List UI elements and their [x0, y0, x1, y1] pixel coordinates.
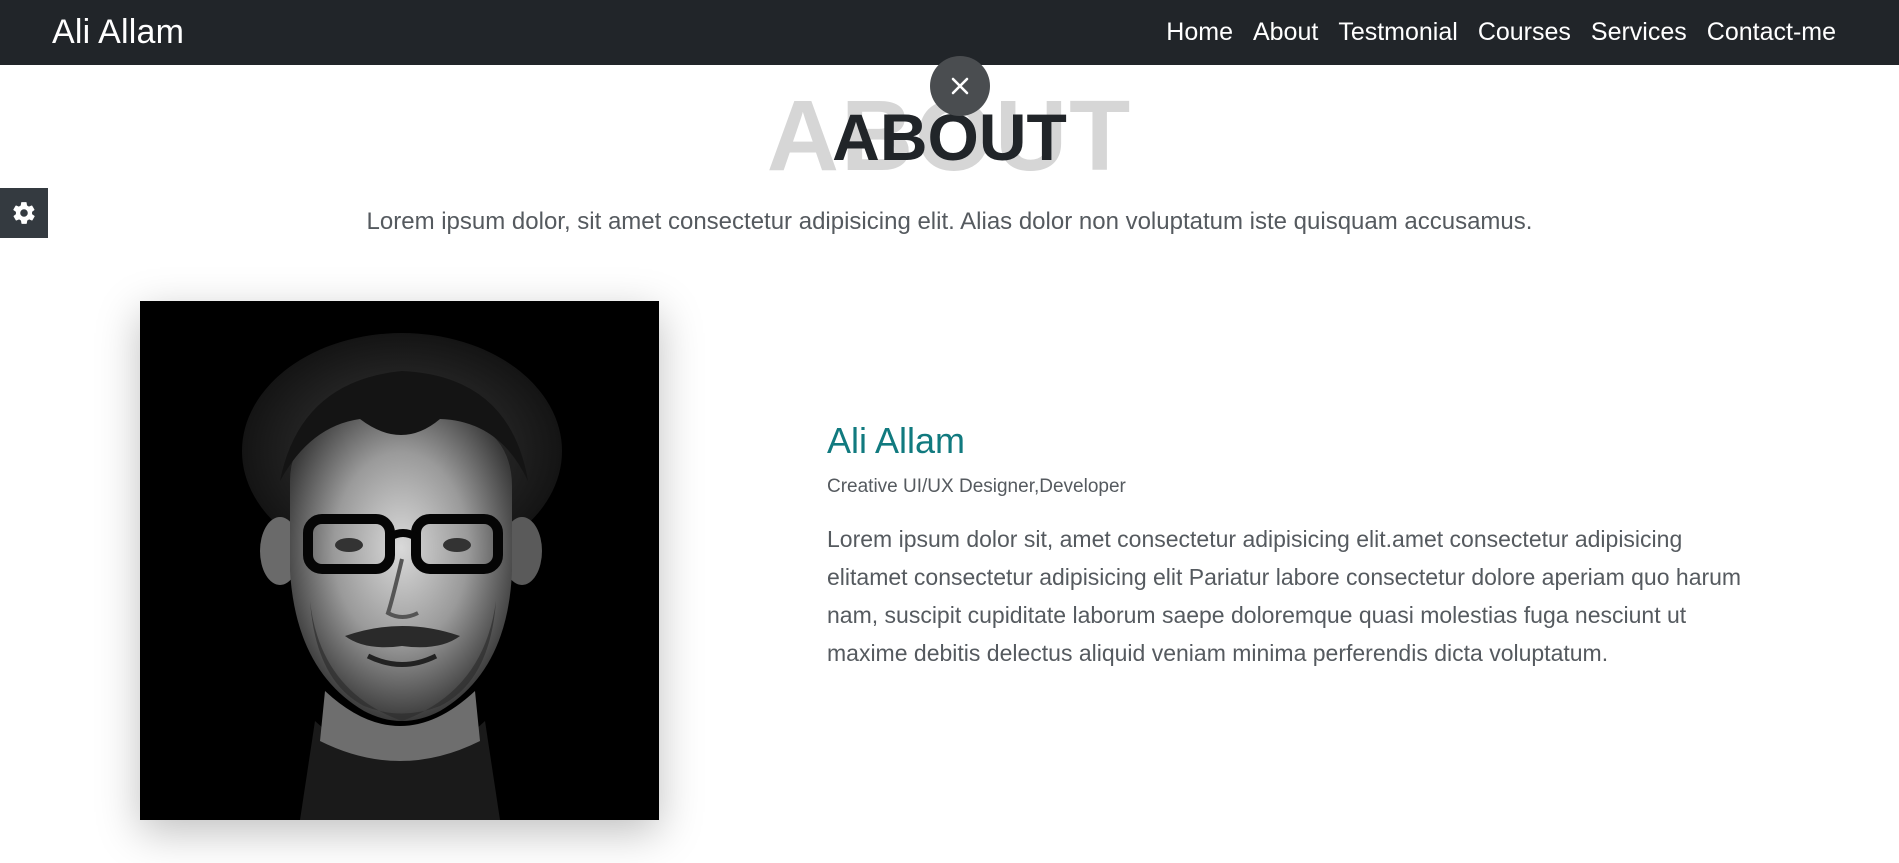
nav-link-testmonial[interactable]: Testmonial [1338, 18, 1458, 47]
close-button[interactable] [930, 56, 990, 116]
section-subtitle: Lorem ipsum dolor, sit amet consectetur … [366, 208, 1533, 235]
nav-link-home[interactable]: Home [1166, 18, 1233, 47]
nav-link-about[interactable]: About [1253, 18, 1318, 47]
profile-name: Ali Allam [827, 420, 966, 461]
close-icon [951, 77, 969, 95]
portrait-image [140, 301, 659, 820]
nav-link-services[interactable]: Services [1591, 18, 1687, 47]
nav-link-courses[interactable]: Courses [1478, 18, 1571, 47]
brand-logo-link[interactable]: Ali Allam [52, 13, 184, 52]
profile-role: Creative UI/UX Designer,Developer [827, 476, 1126, 497]
profile-photo [140, 301, 659, 820]
nav-link-contact-me[interactable]: Contact-me [1707, 18, 1836, 47]
profile-description: Lorem ipsum dolor sit, amet consectetur … [827, 526, 1742, 666]
navbar: Ali Allam Home About Testmonial Courses … [0, 0, 1899, 65]
about-info: Ali Allam Creative UI/UX Designer,Develo… [827, 420, 1767, 672]
nav-links: Home About Testmonial Courses Services C… [1166, 18, 1836, 47]
